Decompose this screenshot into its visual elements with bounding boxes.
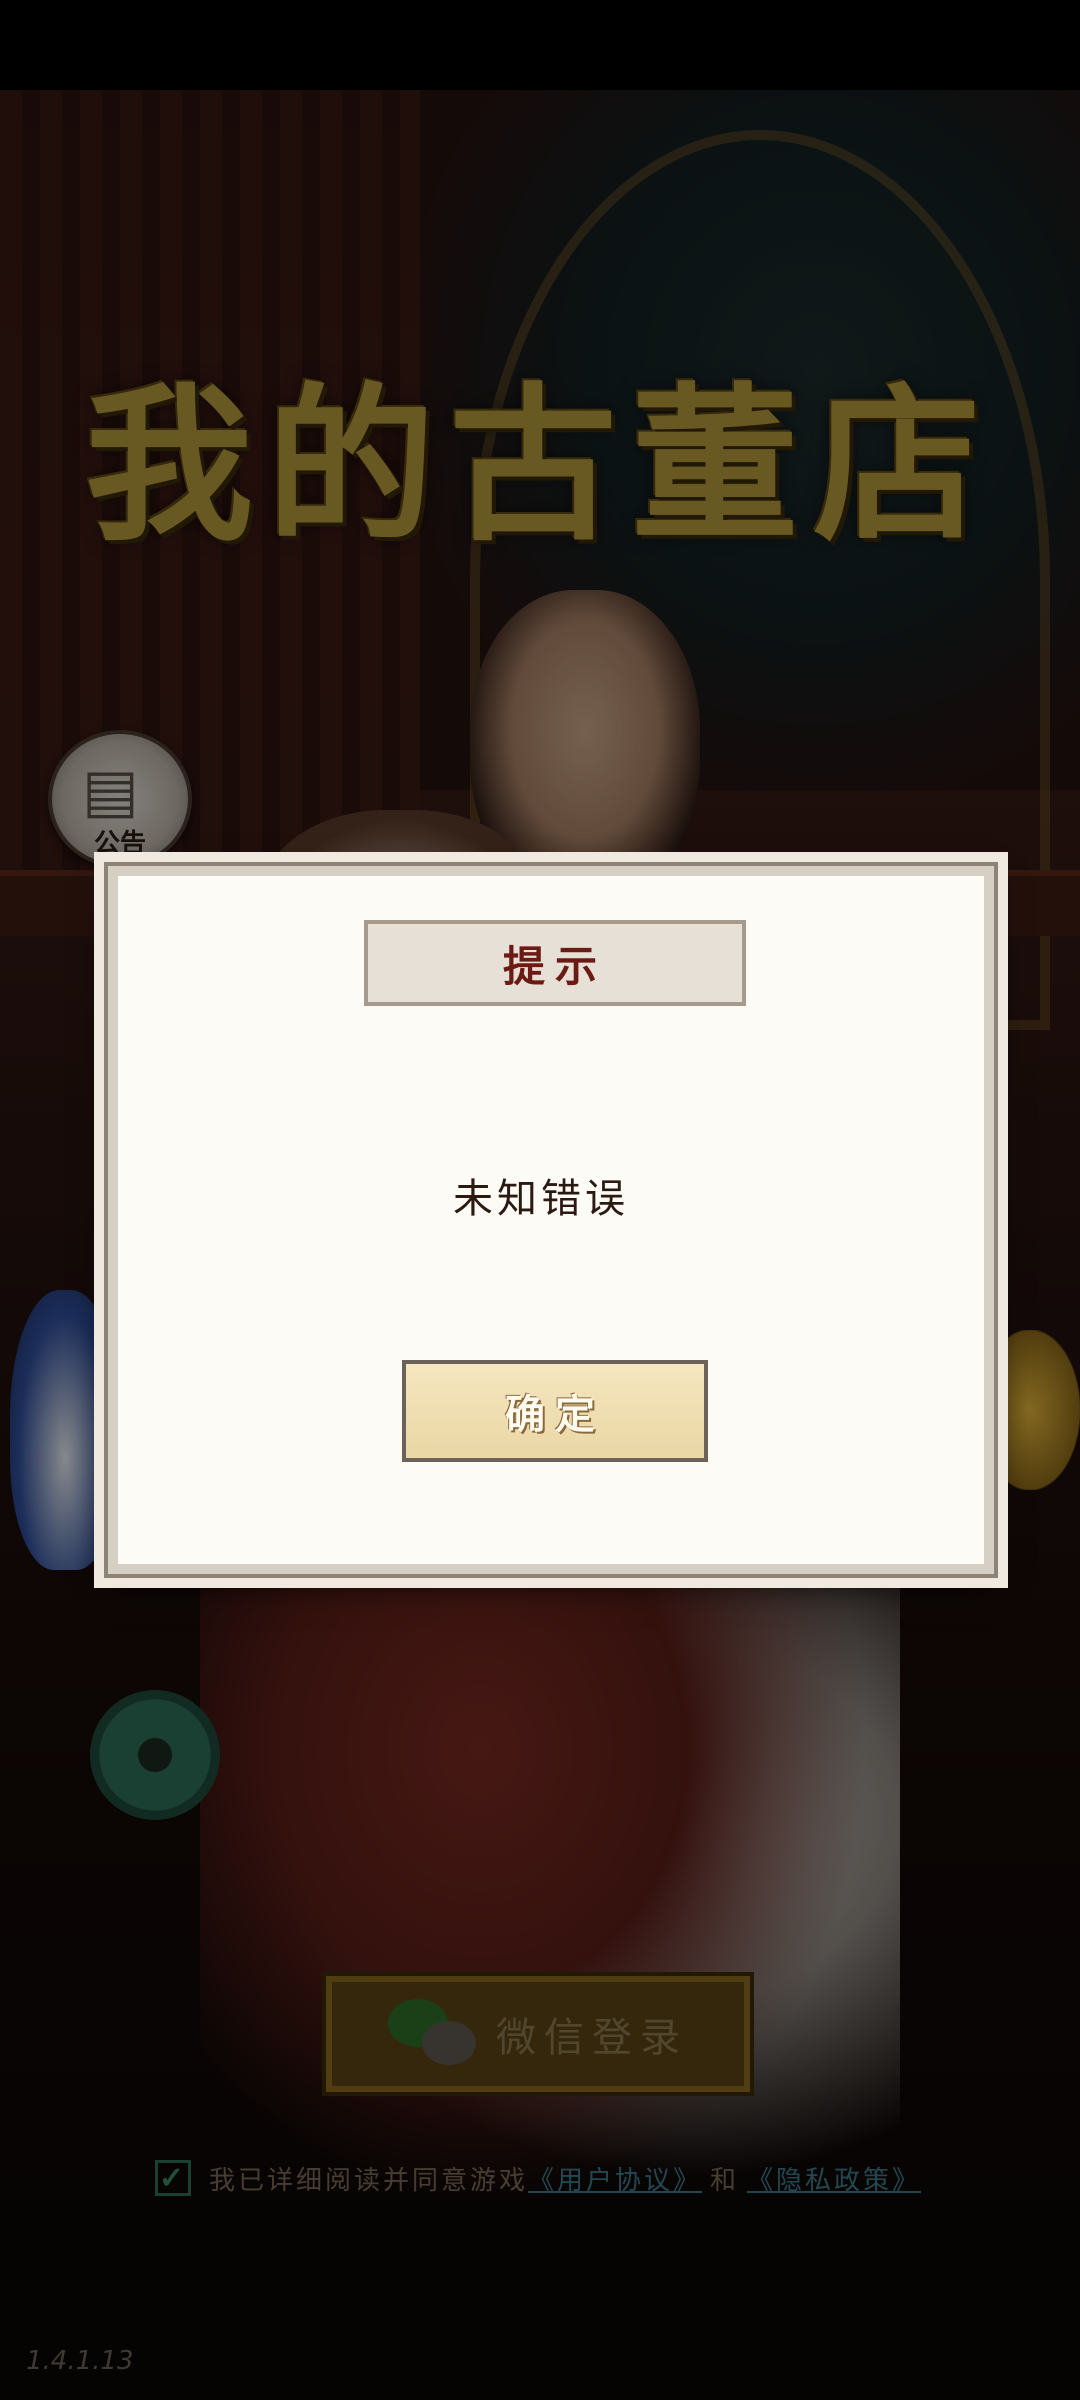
- confirm-label: 确定: [505, 1391, 605, 1438]
- alert-dialog: 提示 未知错误 确定: [104, 862, 998, 1578]
- confirm-button[interactable]: 确定: [402, 1360, 708, 1462]
- dialog-message: 未知错误: [453, 1176, 629, 1222]
- dialog-title-box: 提示: [364, 920, 746, 1006]
- dialog-title: 提示: [502, 941, 607, 991]
